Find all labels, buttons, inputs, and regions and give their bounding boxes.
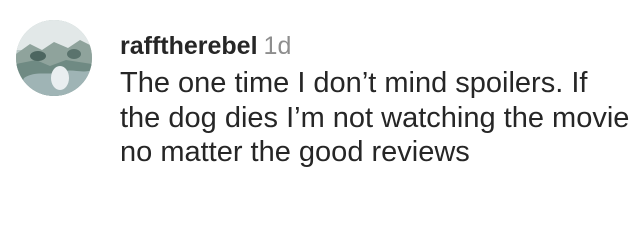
avatar[interactable]: [16, 20, 92, 96]
comment-timestamp[interactable]: 1d: [264, 32, 292, 60]
comment-text: The one time I don’t mind spoilers. If t…: [120, 67, 630, 168]
username-link[interactable]: rafftherebel: [120, 32, 258, 60]
comment-body: rafftherebel 1d The one time I don’t mind…: [120, 26, 630, 170]
comment-header: rafftherebel 1d: [120, 26, 630, 66]
comment: rafftherebel 1d The one time I don’t mind…: [0, 0, 634, 242]
avatar-photo-icon: [16, 20, 92, 96]
